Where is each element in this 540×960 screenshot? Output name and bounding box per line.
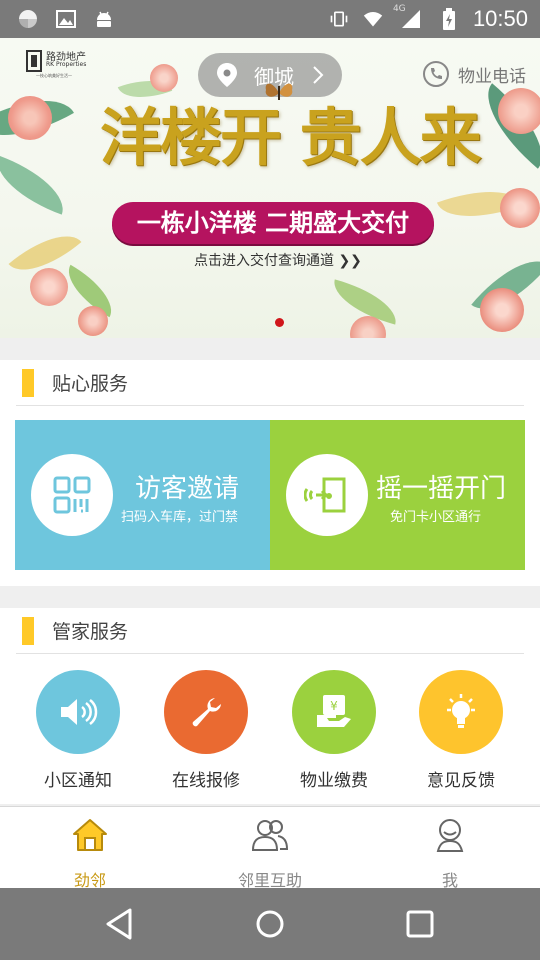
vibrate-icon (329, 8, 349, 30)
section-title: 贴心服务 (52, 373, 129, 395)
people-icon (251, 820, 289, 851)
carousel-indicator (275, 318, 284, 327)
care-services-section: 贴心服务 访客邀请 扫码入车库，过门禁 摇一摇开门 免门卡小区通行 (0, 360, 540, 586)
service-label: 小区通知 (44, 771, 112, 791)
wrench-icon (164, 670, 248, 754)
tab-home[interactable]: 劲邻 (30, 815, 150, 891)
shake-open-door-tile[interactable]: 摇一摇开门 免门卡小区通行 (270, 420, 525, 570)
section-accent-bar (22, 369, 34, 397)
tile-subtitle: 免门卡小区通行 (390, 510, 482, 525)
decor-leaf (0, 155, 74, 215)
brand-logo: 路劲地产 RK Properties 一枝心筑美好生活一 (26, 48, 100, 84)
decor-flower (8, 96, 52, 140)
banner-ribbon: 一栋小洋楼 二期盛大交付 (112, 202, 434, 244)
home-icon (73, 819, 107, 851)
wifi-icon (363, 8, 383, 30)
chevron-right-icon (313, 66, 324, 84)
system-navigation-bar (0, 888, 540, 960)
decor-flower (78, 306, 108, 336)
feedback-button[interactable]: 意见反馈 (401, 670, 521, 791)
bottom-tab-bar: 劲邻 邻里互助 我 (0, 806, 540, 891)
tile-subtitle: 扫码入车库，过门禁 (121, 510, 239, 525)
cell-signal-icon: 4G (393, 4, 425, 30)
recents-square-icon[interactable] (402, 906, 438, 942)
service-label: 物业缴费 (300, 771, 368, 791)
pinwheel-notification-icon (18, 8, 38, 30)
section-title: 管家服务 (52, 621, 129, 643)
section-accent-bar (22, 617, 34, 645)
status-bar: 4G 10:50 (0, 0, 540, 38)
status-time: 10:50 (472, 6, 528, 31)
qr-code-icon (31, 454, 113, 536)
android-notification-icon (94, 8, 114, 30)
banner-headline: 洋楼开 贵人来 (100, 101, 482, 174)
delivery-query-link[interactable]: 点击进入交付查询通道 ❯❯ (194, 250, 362, 270)
online-repair-button[interactable]: 在线报修 (146, 670, 266, 791)
service-label: 意见反馈 (427, 771, 495, 791)
property-payment-button[interactable]: ¥ 物业缴费 (274, 670, 394, 791)
section-header: 贴心服务 (16, 360, 524, 406)
payment-icon: ¥ (292, 670, 376, 754)
home-circle-icon[interactable] (252, 906, 288, 942)
person-icon (436, 819, 464, 852)
back-icon[interactable] (102, 906, 138, 942)
phone-icon (423, 61, 449, 87)
tab-me[interactable]: 我 (390, 815, 510, 891)
visitor-invite-tile[interactable]: 访客邀请 扫码入车库，过门禁 (15, 420, 270, 570)
butler-services-section: 管家服务 小区通知 在线报修 ¥ 物业缴费 意见反馈 (0, 608, 540, 804)
decor-flower (498, 88, 540, 134)
battery-charging-icon (439, 8, 459, 30)
door-icon (286, 454, 368, 536)
tile-title: 访客邀请 (135, 474, 240, 504)
decor-flower (30, 268, 68, 306)
property-phone-button[interactable]: 物业电话 (422, 60, 526, 88)
butterfly-decoration-icon (265, 83, 293, 100)
lightbulb-icon (419, 670, 503, 754)
svg-text:¥: ¥ (330, 699, 338, 713)
property-phone-label: 物业电话 (458, 66, 526, 87)
promo-banner[interactable]: 路劲地产 RK Properties 一枝心筑美好生活一 御城 物业电话 洋楼开… (0, 38, 540, 338)
tile-title: 摇一摇开门 (376, 474, 507, 504)
decor-flower (150, 64, 178, 92)
image-notification-icon (56, 8, 76, 30)
service-label: 在线报修 (172, 771, 240, 791)
speaker-icon (36, 670, 120, 754)
decor-flower (500, 188, 540, 228)
tab-neighbor-help[interactable]: 邻里互助 (210, 815, 330, 891)
decor-flower (480, 288, 524, 332)
community-notice-button[interactable]: 小区通知 (18, 670, 138, 791)
section-header: 管家服务 (16, 608, 524, 654)
location-pin-icon (217, 63, 237, 87)
